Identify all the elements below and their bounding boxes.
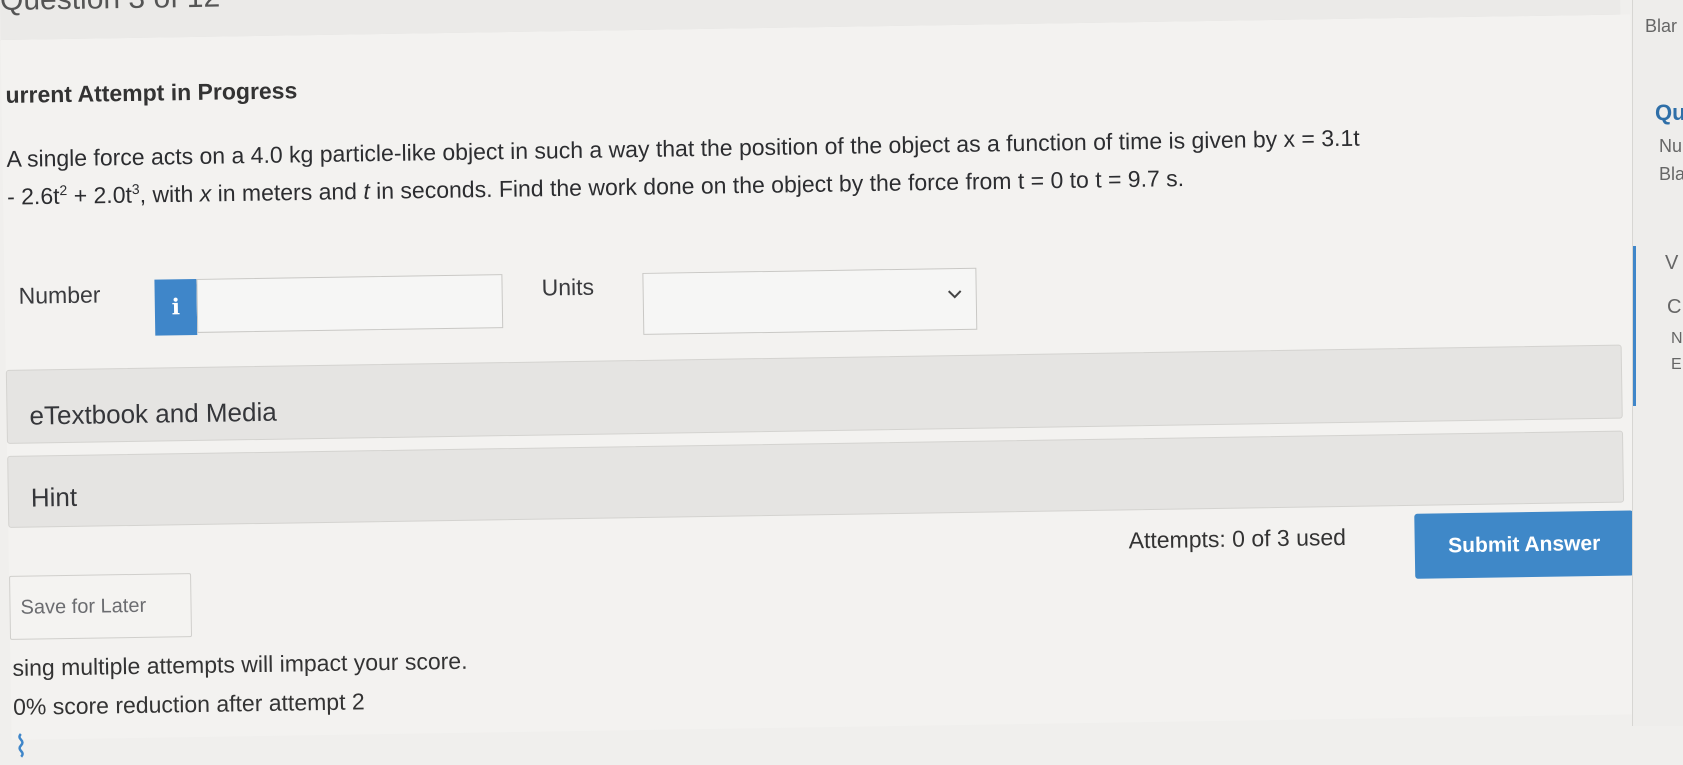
attempts-note: sing multiple attempts will impact your … <box>12 647 468 681</box>
number-label: Number <box>18 281 101 309</box>
problem-statement: A single force acts on a 4.0 kg particle… <box>6 118 1607 213</box>
units-select[interactable] <box>642 267 978 335</box>
submit-answer-button[interactable]: Submit Answer <box>1414 510 1635 579</box>
etextbook-panel[interactable]: eTextbook and Media <box>5 344 1623 444</box>
right-side-panel: Blar Qu Nu Bla V C N E <box>1632 0 1683 726</box>
right-panel-letter: N <box>1671 330 1683 347</box>
right-panel-letter: V <box>1665 252 1679 274</box>
hint-panel[interactable]: Hint <box>7 430 1625 528</box>
score-reduction-note: 0% score reduction after attempt 2 <box>12 688 365 720</box>
question-title: Question 3 of 12 <box>0 0 220 18</box>
etextbook-label: eTextbook and Media <box>29 396 277 431</box>
question-content: urrent Attempt in Progress A single forc… <box>0 14 1642 764</box>
right-panel-active-bar <box>1633 246 1636 406</box>
right-panel-question-label[interactable]: Qu <box>1655 100 1683 126</box>
attempt-heading: urrent Attempt in Progress <box>5 77 298 108</box>
bracket-icon: ⌇ <box>13 730 29 764</box>
save-for-later-button[interactable]: Save for Later <box>9 573 193 640</box>
right-panel-blank-label: Bla <box>1659 164 1683 184</box>
number-input[interactable] <box>196 274 504 333</box>
page: Question 3 of 12 urrent Attempt in Progr… <box>0 0 1683 764</box>
units-label: Units <box>541 273 595 301</box>
attempts-counter: Attempts: 0 of 3 used <box>1128 523 1347 554</box>
info-icon[interactable]: i <box>154 278 198 336</box>
hint-label: Hint <box>30 481 78 513</box>
right-panel-letter: C <box>1667 296 1682 318</box>
chevron-down-icon <box>947 290 962 299</box>
right-panel-top-text: Blar <box>1645 16 1678 36</box>
right-panel-letter: E <box>1671 356 1682 373</box>
right-panel-number-label: Nu <box>1659 136 1683 156</box>
